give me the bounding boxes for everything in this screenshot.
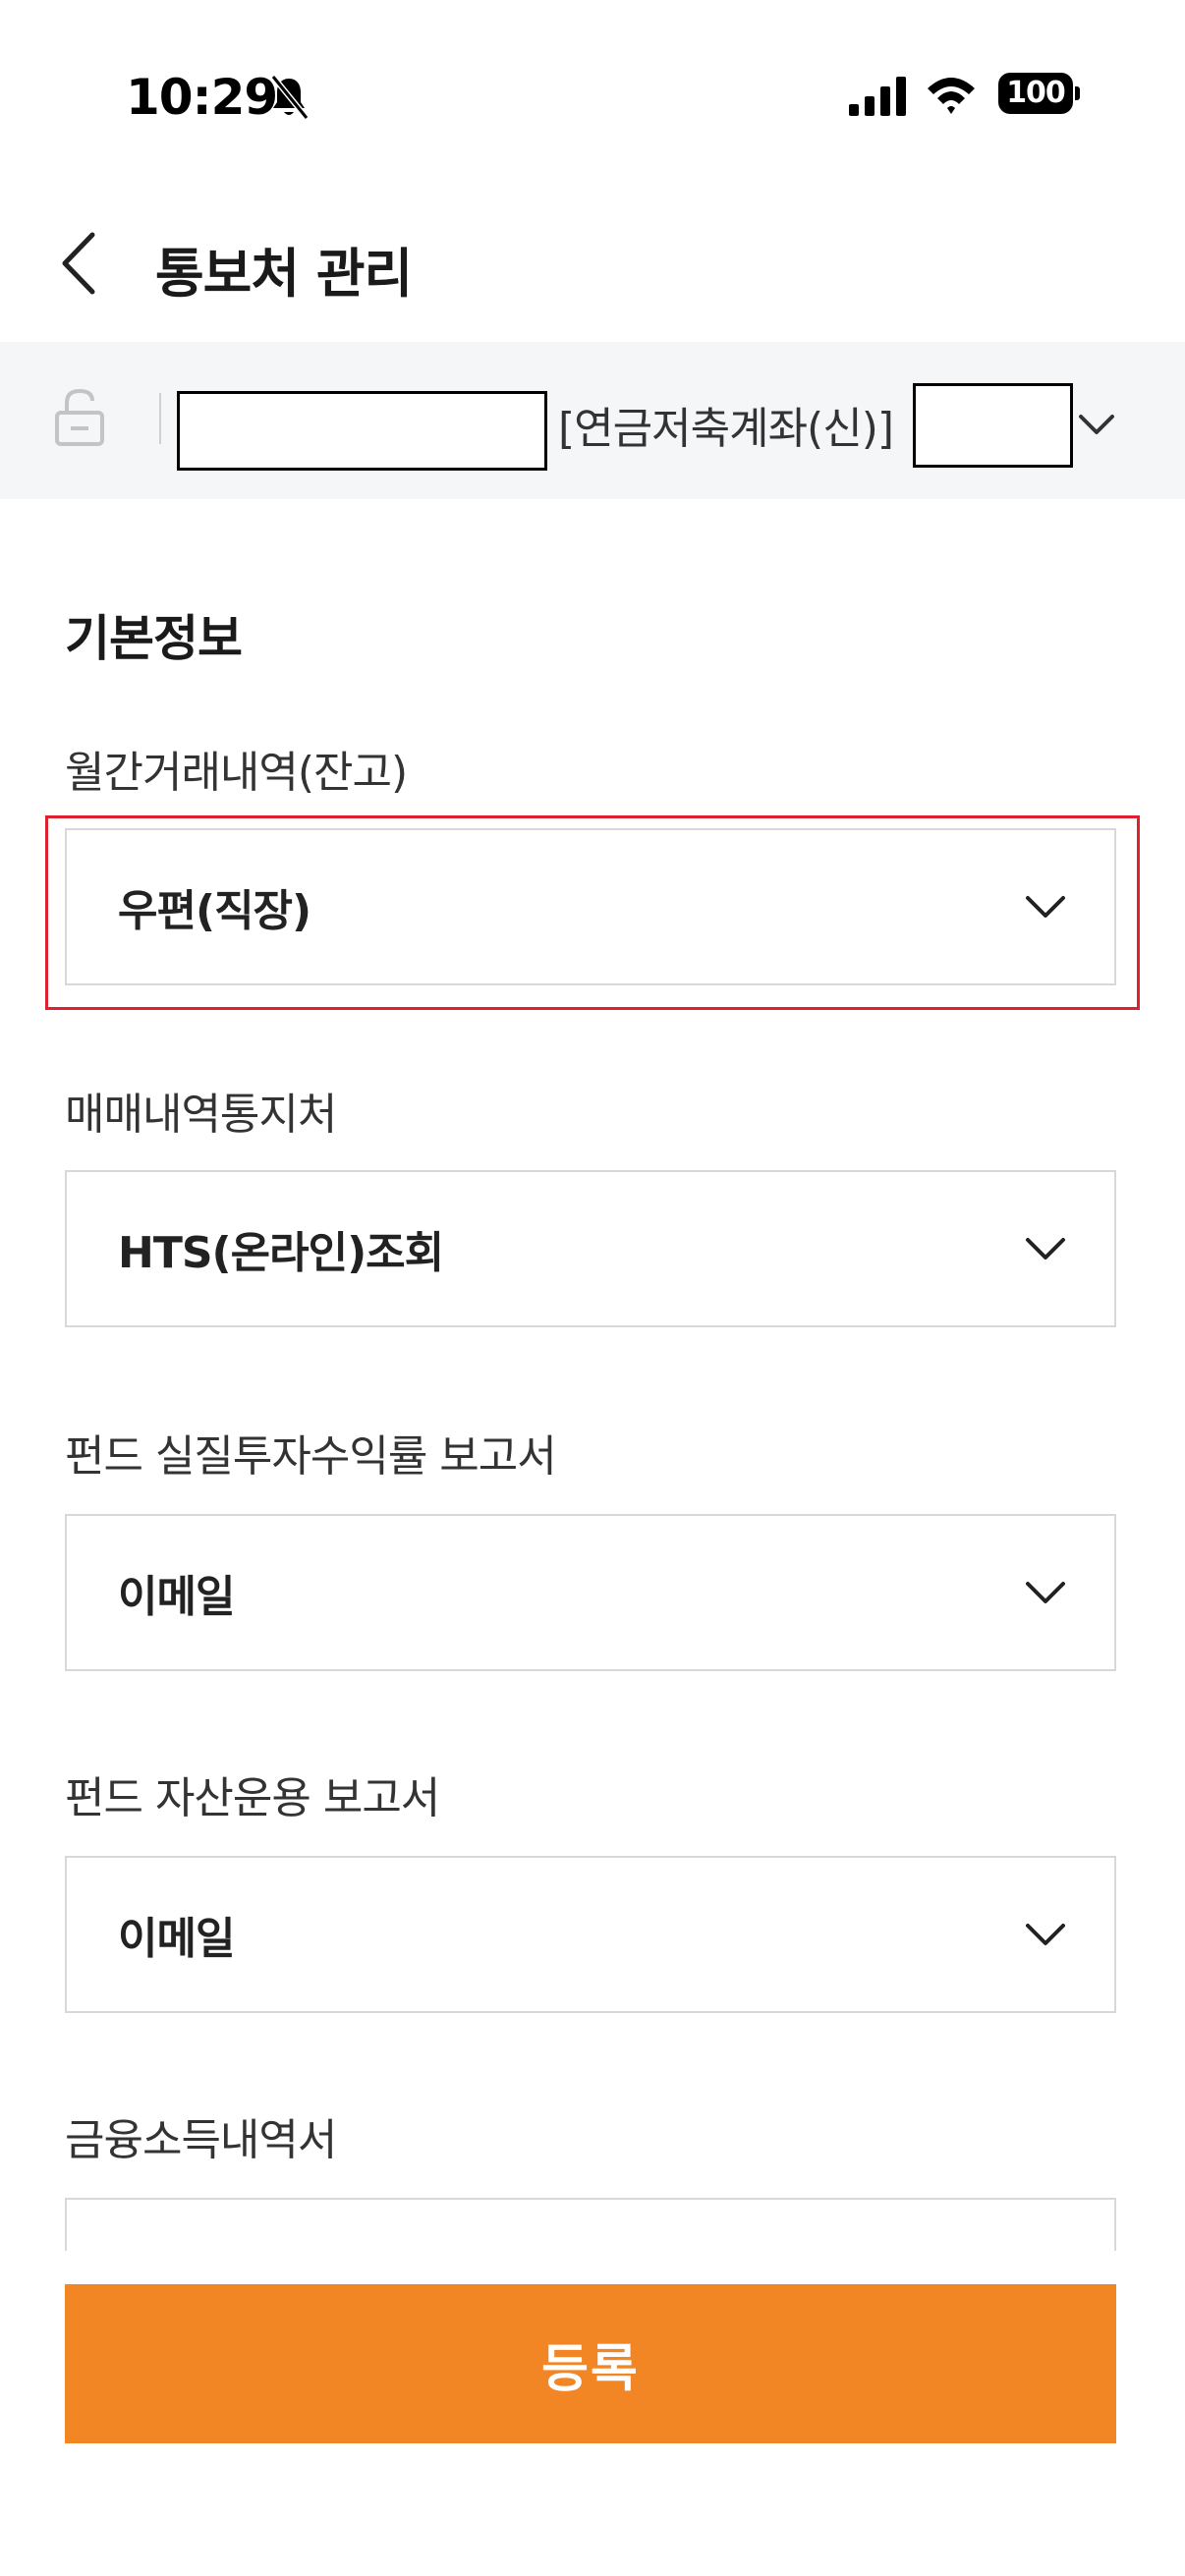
account-number-redacted: [177, 391, 547, 471]
field-label-fund-return-report: 펀드 실질투자수익률 보고서: [65, 1431, 557, 1482]
page-title: 통보처 관리: [155, 243, 413, 305]
account-selector[interactable]: [연금저축계좌(신)]: [0, 342, 1185, 499]
cellular-signal-icon: [849, 77, 906, 116]
chevron-down-icon[interactable]: [1077, 411, 1116, 438]
chevron-down-icon: [1026, 1238, 1065, 1260]
select-monthly-statement[interactable]: 우편(직장): [65, 828, 1116, 985]
account-type-label: [연금저축계좌(신)]: [558, 404, 894, 454]
field-label-trade-notice: 매매내역통지처: [65, 1090, 337, 1140]
select-trade-notice[interactable]: HTS(온라인)조회: [65, 1170, 1116, 1327]
account-holder-redacted: [913, 383, 1073, 468]
bell-slash-icon: [270, 75, 310, 120]
register-button[interactable]: 등록: [65, 2284, 1116, 2443]
chevron-left-icon[interactable]: [59, 231, 98, 296]
status-bar: 10:29 100: [0, 0, 1185, 196]
chevron-down-icon: [1026, 896, 1065, 918]
section-title: 기본정보: [65, 610, 243, 667]
battery-icon: 100: [998, 73, 1080, 114]
status-time: 10:29: [126, 69, 278, 126]
divider: [159, 393, 161, 444]
battery-tip: [1075, 86, 1080, 100]
field-label-financial-income: 금융소득내역서: [65, 2115, 337, 2165]
select-value: 우편(직장): [118, 886, 311, 936]
field-label-fund-asset-report: 펀드 자산운용 보고서: [65, 1773, 440, 1823]
select-value: HTS(온라인)조회: [118, 1228, 444, 1278]
wifi-icon: [928, 78, 975, 114]
header: 통보처 관리: [0, 206, 1185, 324]
select-value: 이메일: [118, 1914, 235, 1964]
select-fund-return-report[interactable]: 이메일: [65, 1514, 1116, 1671]
select-fund-asset-report[interactable]: 이메일: [65, 1856, 1116, 2013]
unlock-icon: [55, 388, 104, 446]
chevron-down-icon: [1026, 1582, 1065, 1603]
select-financial-income[interactable]: [65, 2198, 1116, 2251]
battery-level: 100: [998, 73, 1073, 114]
select-value: 이메일: [118, 1572, 235, 1622]
field-label-monthly-statement: 월간거래내역(잔고): [65, 748, 408, 798]
chevron-down-icon: [1026, 1924, 1065, 1945]
